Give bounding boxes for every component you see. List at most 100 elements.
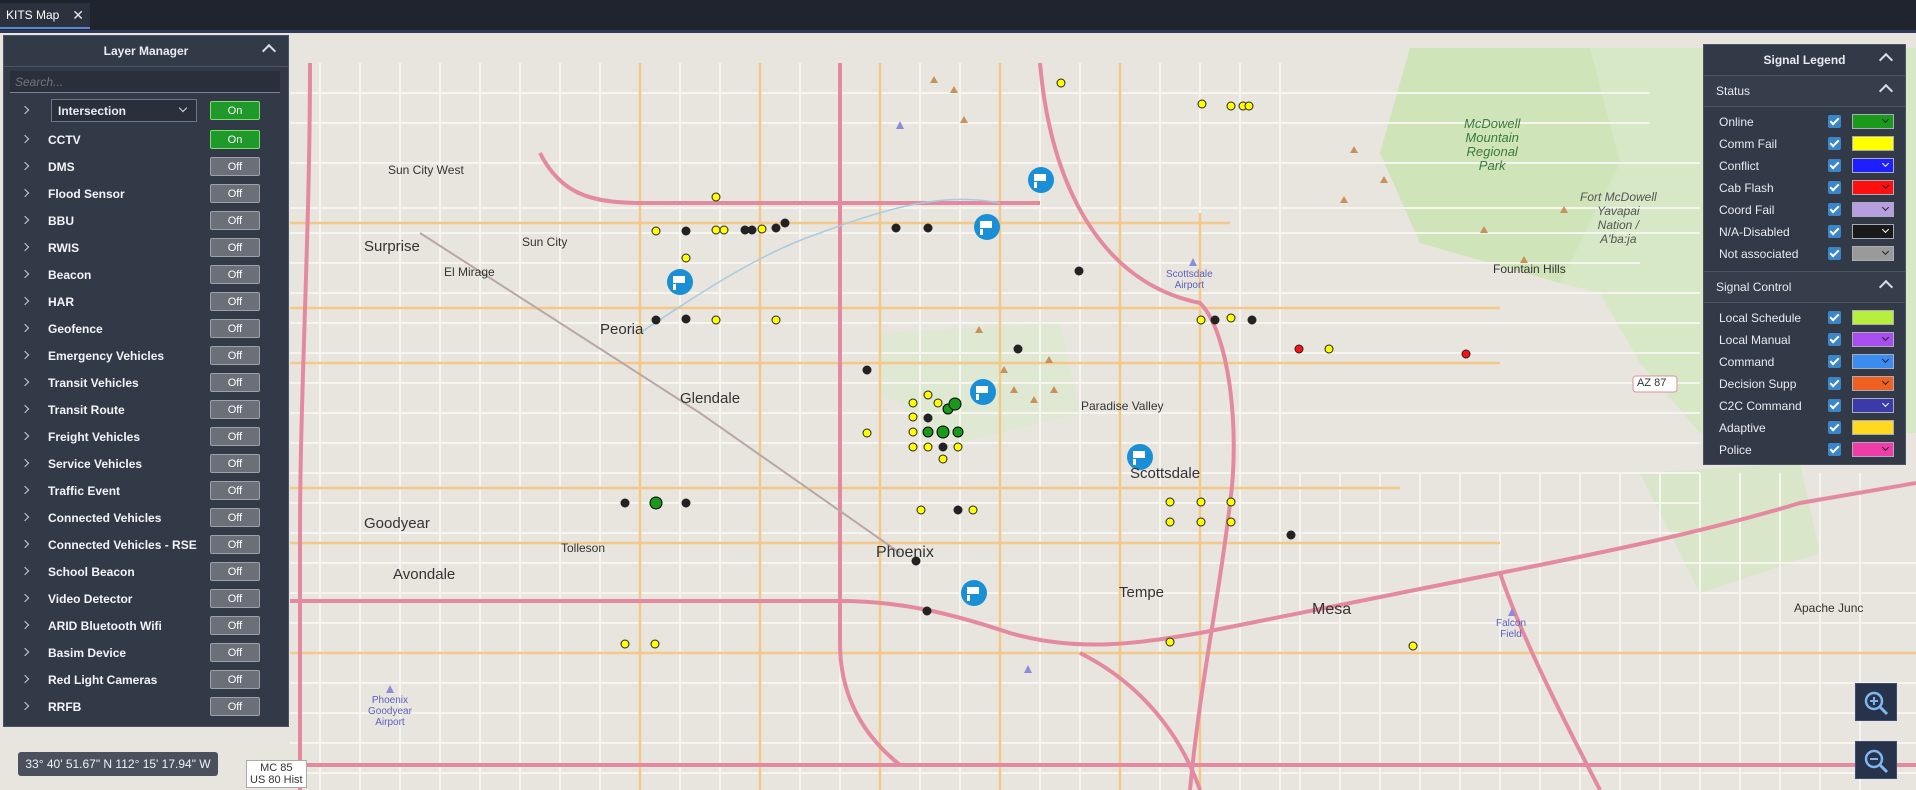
color-swatch-select[interactable] [1852,332,1894,347]
signal-control-section-header[interactable]: Signal Control [1704,271,1905,303]
chevron-right-icon[interactable] [20,512,30,522]
chevron-right-icon[interactable] [20,701,30,711]
color-swatch-select[interactable] [1852,354,1894,369]
chevron-right-icon[interactable] [20,539,30,549]
chevron-up-icon[interactable] [261,43,277,59]
legend-label: Online [1719,115,1754,129]
layer-toggle-button[interactable]: Off [210,481,260,500]
legend-checkbox[interactable] [1828,181,1841,194]
layer-toggle-button[interactable]: Off [210,643,260,662]
layer-toggle-button[interactable]: Off [210,184,260,203]
layer-type-select[interactable]: Intersection [51,99,197,122]
chevron-right-icon[interactable] [20,377,30,387]
chevron-up-icon[interactable] [1878,279,1894,295]
layer-toggle-button[interactable]: Off [210,292,260,311]
layer-toggle-button[interactable]: Off [210,616,260,635]
chevron-right-icon[interactable] [20,593,30,603]
chevron-right-icon[interactable] [20,620,30,630]
legend-checkbox[interactable] [1828,137,1841,150]
layer-toggle-button[interactable]: Off [210,508,260,527]
chevron-right-icon[interactable] [20,674,30,684]
chevron-right-icon[interactable] [20,188,30,198]
layer-toggle-button[interactable]: Off [210,346,260,365]
layer-toggle-button[interactable]: Off [210,562,260,581]
legend-checkbox[interactable] [1828,203,1841,216]
close-icon[interactable]: ✕ [72,7,84,24]
layer-label: Basim Device [48,645,127,660]
legend-row-n-a-disabled: N/A-Disabled [1704,221,1905,243]
layer-toggle-button[interactable]: On [210,101,260,120]
layer-search-input[interactable] [10,71,280,93]
camera-icon[interactable] [974,214,1000,240]
color-swatch-select[interactable] [1852,398,1894,413]
legend-checkbox[interactable] [1828,355,1841,368]
tab-kits-map[interactable]: KITS Map ✕ [0,3,90,29]
color-swatch-select[interactable] [1852,420,1894,435]
chevron-right-icon[interactable] [20,350,30,360]
layer-toggle-button[interactable]: Off [210,265,260,284]
layer-toggle-button[interactable]: Off [210,670,260,689]
layer-toggle-button[interactable]: Off [210,400,260,419]
camera-icon[interactable] [667,269,693,295]
zoom-in-button[interactable] [1855,683,1897,721]
camera-icon[interactable] [961,580,987,606]
chevron-right-icon[interactable] [20,485,30,495]
legend-checkbox[interactable] [1828,159,1841,172]
legend-checkbox[interactable] [1828,421,1841,434]
legend-checkbox[interactable] [1828,247,1841,260]
legend-checkbox[interactable] [1828,311,1841,324]
chevron-right-icon[interactable] [20,458,30,468]
layer-toggle-button[interactable]: Off [210,157,260,176]
camera-icon[interactable] [1028,167,1054,193]
color-swatch-select[interactable] [1852,158,1894,173]
chevron-right-icon[interactable] [20,323,30,333]
layer-toggle-button[interactable]: Off [210,589,260,608]
color-swatch-select[interactable] [1852,246,1894,261]
camera-icon[interactable] [970,379,996,405]
chevron-right-icon[interactable] [20,647,30,657]
layer-row-flood-sensor: Flood Sensor Off [4,180,288,207]
chevron-right-icon[interactable] [20,215,30,225]
layer-toggle-button[interactable]: Off [210,238,260,257]
chevron-right-icon[interactable] [20,566,30,576]
color-swatch-select[interactable] [1852,202,1894,217]
color-swatch-select[interactable] [1852,442,1894,457]
signal-legend-header[interactable]: Signal Legend [1704,45,1905,76]
chevron-right-icon[interactable] [20,269,30,279]
chevron-right-icon[interactable] [20,242,30,252]
chevron-right-icon[interactable] [20,161,30,171]
chevron-right-icon[interactable] [20,296,30,306]
status-section-header[interactable]: Status [1704,76,1905,107]
color-swatch-select[interactable] [1852,310,1894,325]
layer-toggle-button[interactable]: Off [210,427,260,446]
color-swatch-select[interactable] [1852,224,1894,239]
chevron-right-icon[interactable] [20,431,30,441]
legend-checkbox[interactable] [1828,399,1841,412]
legend-checkbox[interactable] [1828,333,1841,346]
color-swatch-select[interactable] [1852,136,1894,151]
layer-toggle-button[interactable]: Off [210,211,260,230]
color-swatch-select[interactable] [1852,180,1894,195]
layer-toggle-button[interactable]: Off [210,319,260,338]
chevron-right-icon[interactable] [20,134,30,144]
zoom-out-button[interactable] [1855,741,1897,779]
chevron-right-icon[interactable] [20,404,30,414]
legend-checkbox[interactable] [1828,225,1841,238]
route-label: MC 85 US 80 Hist [246,760,307,788]
layer-manager-header[interactable]: Layer Manager [4,36,288,67]
layer-toggle-button[interactable]: Off [210,373,260,392]
legend-label: Local Manual [1719,333,1791,347]
legend-checkbox[interactable] [1828,377,1841,390]
chevron-up-icon[interactable] [1878,52,1894,68]
layer-toggle-button[interactable]: Off [210,535,260,554]
chevron-up-icon[interactable] [1878,83,1894,99]
layer-toggle-button[interactable]: Off [210,697,260,716]
layer-list: Intersection On CCTV On DMS Off Flood Sensor Of… [4,97,288,720]
chevron-right-icon[interactable] [20,105,30,115]
legend-checkbox[interactable] [1828,443,1841,456]
layer-toggle-button[interactable]: Off [210,454,260,473]
layer-toggle-button[interactable]: On [210,130,260,149]
legend-checkbox[interactable] [1828,115,1841,128]
color-swatch-select[interactable] [1852,376,1894,391]
color-swatch-select[interactable] [1852,114,1894,129]
